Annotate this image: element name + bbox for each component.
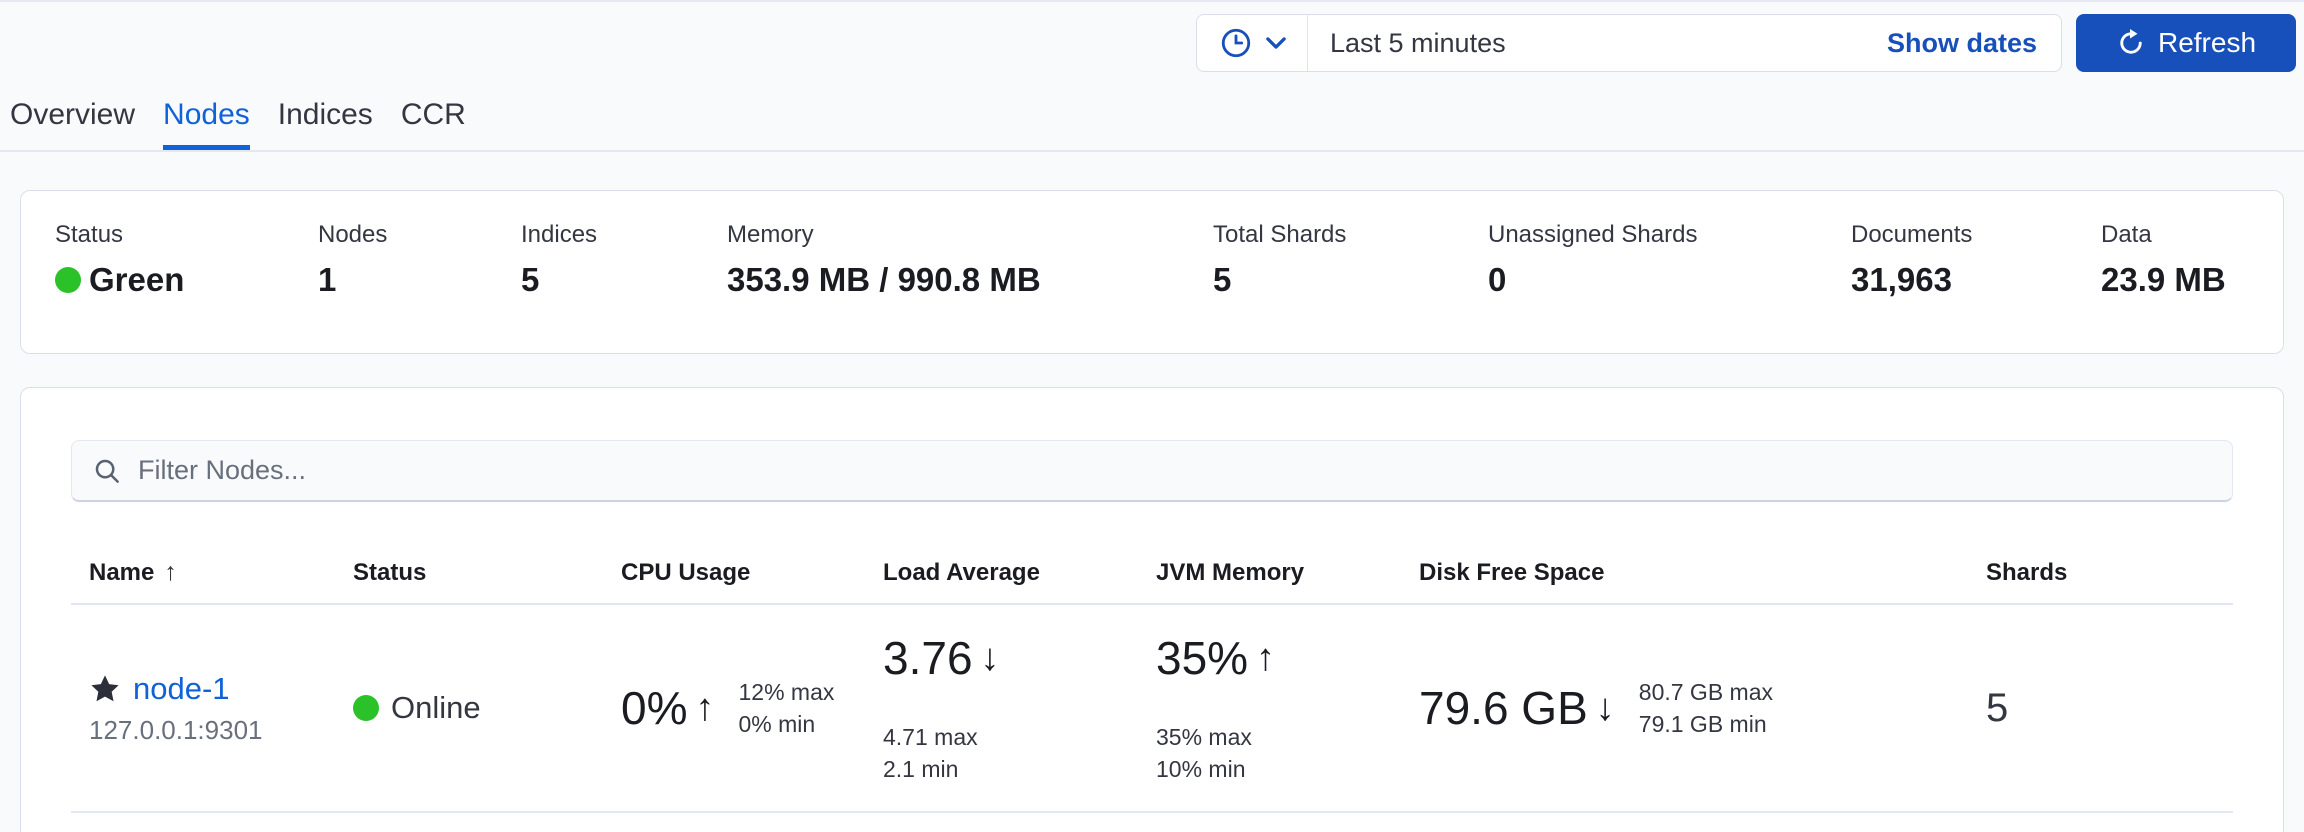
refresh-icon bbox=[2116, 28, 2146, 58]
show-dates-link[interactable]: Show dates bbox=[1887, 28, 2061, 59]
refresh-button-label: Refresh bbox=[2158, 27, 2256, 59]
node-name-cell: node-1 127.0.0.1:9301 bbox=[71, 605, 353, 811]
tab-overview[interactable]: Overview bbox=[10, 98, 135, 150]
stat-value: 0 bbox=[1488, 261, 1851, 299]
column-header-disk-free-space[interactable]: Disk Free Space bbox=[1419, 558, 1986, 587]
time-range-label[interactable]: Last 5 minutes bbox=[1308, 28, 1887, 59]
stat-value: 1 bbox=[318, 261, 521, 299]
stat-label: Total Shards bbox=[1213, 221, 1488, 249]
tab-nodes[interactable]: Nodes bbox=[163, 98, 250, 150]
stat-total-shards: Total Shards 5 bbox=[1213, 221, 1488, 299]
online-green-dot-icon bbox=[353, 695, 379, 721]
filter-nodes-searchbar[interactable] bbox=[71, 440, 2233, 502]
stat-unassigned-shards: Unassigned Shards 0 bbox=[1488, 221, 1851, 299]
chevron-down-icon bbox=[1263, 30, 1289, 56]
search-icon bbox=[92, 456, 122, 486]
stat-label: Indices bbox=[521, 221, 727, 249]
cluster-status-panel: Status Green Nodes 1 Indices 5 Memory 35… bbox=[20, 190, 2284, 354]
node-name-link[interactable]: node-1 bbox=[133, 671, 230, 707]
load-min: 2.1 min bbox=[883, 753, 978, 785]
nodes-table-header: Name ↑ Status CPU Usage Load Average JVM… bbox=[71, 558, 2233, 605]
cpu-min: 0% min bbox=[738, 708, 834, 740]
trend-down-arrow-icon: ↓ bbox=[981, 639, 1000, 677]
stat-label: Data bbox=[2101, 221, 2226, 249]
stat-value: 353.9 MB / 990.8 MB bbox=[727, 261, 1213, 299]
time-picker[interactable]: Last 5 minutes Show dates bbox=[1196, 14, 2062, 72]
jvm-memory-value: 35% bbox=[1156, 631, 1248, 685]
load-average-cell: 3.76 ↓ 4.71 max 2.1 min bbox=[883, 605, 1156, 811]
disk-max: 80.7 GB max bbox=[1639, 676, 1773, 708]
column-header-status[interactable]: Status bbox=[353, 558, 621, 587]
column-header-name[interactable]: Name ↑ bbox=[71, 558, 353, 587]
stat-value: 5 bbox=[1213, 261, 1488, 299]
jvm-max: 35% max bbox=[1156, 721, 1252, 753]
jvm-min: 10% min bbox=[1156, 753, 1252, 785]
sort-ascending-icon: ↑ bbox=[164, 558, 177, 587]
shards-cell: 5 bbox=[1986, 605, 2235, 811]
tabs-bar: Overview Nodes Indices CCR bbox=[0, 76, 2304, 152]
column-header-cpu-usage[interactable]: CPU Usage bbox=[621, 558, 883, 587]
node-status-cell: Online bbox=[353, 605, 621, 811]
health-green-dot-icon bbox=[55, 267, 81, 293]
cpu-usage-value: 0% bbox=[621, 681, 687, 735]
stat-value: Green bbox=[89, 261, 184, 299]
column-header-shards[interactable]: Shards bbox=[1986, 558, 2235, 587]
load-average-value: 3.76 bbox=[883, 631, 973, 685]
trend-up-arrow-icon: ↑ bbox=[1256, 639, 1275, 677]
clock-icon bbox=[1219, 26, 1253, 60]
disk-min: 79.1 GB min bbox=[1639, 708, 1773, 740]
stat-value: 23.9 MB bbox=[2101, 261, 2226, 299]
trend-down-arrow-icon: ↓ bbox=[1596, 689, 1615, 727]
stat-label: Nodes bbox=[318, 221, 521, 249]
tab-indices[interactable]: Indices bbox=[278, 98, 373, 150]
shards-count: 5 bbox=[1986, 686, 2008, 731]
top-bar: Last 5 minutes Show dates Refresh bbox=[0, 2, 2304, 76]
master-node-star-icon bbox=[89, 673, 121, 705]
cpu-max: 12% max bbox=[738, 676, 834, 708]
stat-status: Status Green bbox=[55, 221, 318, 299]
stat-label: Status bbox=[55, 221, 318, 249]
table-row: node-1 127.0.0.1:9301 Online 0% ↑ 12% ma… bbox=[71, 605, 2233, 813]
disk-free-space-cell: 79.6 GB ↓ 80.7 GB max 79.1 GB min bbox=[1419, 605, 1986, 811]
stat-value: 31,963 bbox=[1851, 261, 2101, 299]
trend-up-arrow-icon: ↑ bbox=[695, 689, 714, 727]
cpu-usage-cell: 0% ↑ 12% max 0% min bbox=[621, 605, 883, 811]
tab-ccr[interactable]: CCR bbox=[401, 98, 466, 150]
stat-value: 5 bbox=[521, 261, 727, 299]
column-header-jvm-memory[interactable]: JVM Memory bbox=[1156, 558, 1419, 587]
jvm-memory-cell: 35% ↑ 35% max 10% min bbox=[1156, 605, 1419, 811]
stat-data: Data 23.9 MB bbox=[2101, 221, 2226, 299]
stat-label: Unassigned Shards bbox=[1488, 221, 1851, 249]
node-transport-address: 127.0.0.1:9301 bbox=[89, 715, 263, 746]
column-header-load-average[interactable]: Load Average bbox=[883, 558, 1156, 587]
stat-memory: Memory 353.9 MB / 990.8 MB bbox=[727, 221, 1213, 299]
stat-nodes: Nodes 1 bbox=[318, 221, 521, 299]
load-max: 4.71 max bbox=[883, 721, 978, 753]
refresh-button[interactable]: Refresh bbox=[2076, 14, 2296, 72]
time-picker-quick-menu-button[interactable] bbox=[1197, 15, 1308, 71]
stat-label: Memory bbox=[727, 221, 1213, 249]
stat-label: Documents bbox=[1851, 221, 2101, 249]
disk-free-value: 79.6 GB bbox=[1419, 681, 1588, 735]
node-status-text: Online bbox=[391, 690, 481, 726]
stat-indices: Indices 5 bbox=[521, 221, 727, 299]
filter-nodes-input[interactable] bbox=[138, 455, 2212, 486]
nodes-list-panel: Name ↑ Status CPU Usage Load Average JVM… bbox=[20, 387, 2284, 832]
stat-documents: Documents 31,963 bbox=[1851, 221, 2101, 299]
